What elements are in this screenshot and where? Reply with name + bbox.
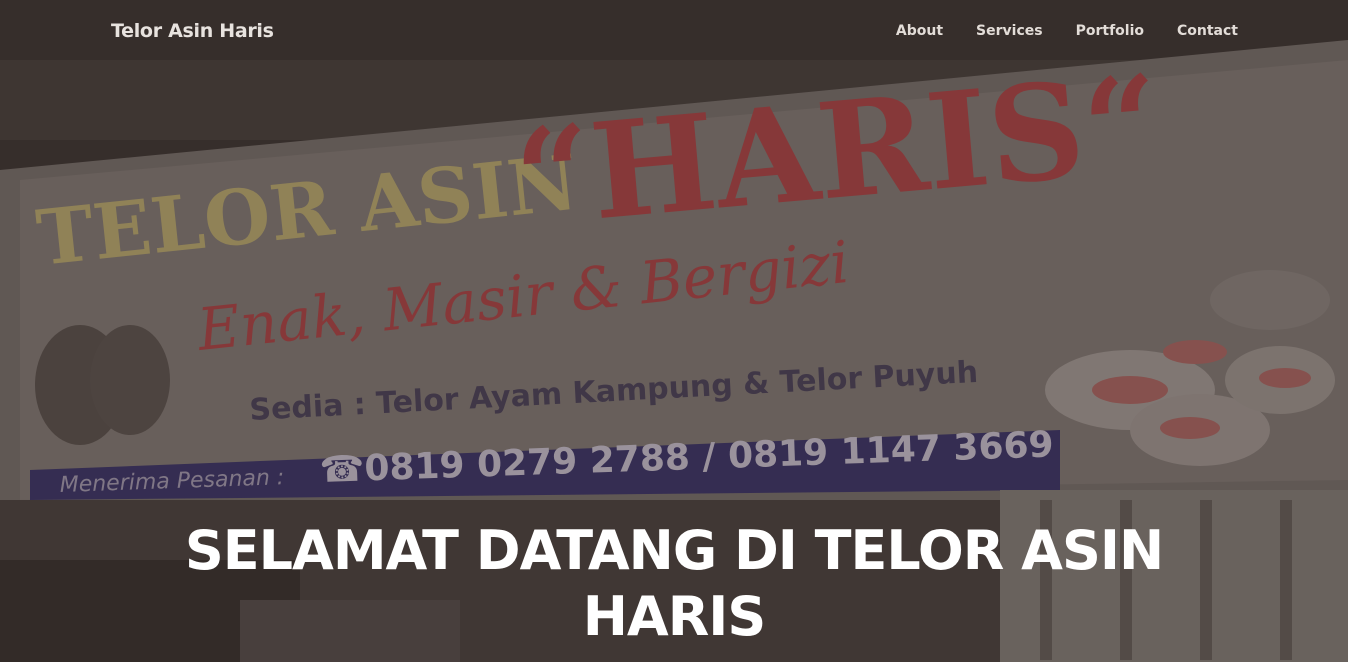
brand-link[interactable]: Telor Asin Haris: [111, 20, 274, 42]
hero-headline-line2: HARIS: [582, 585, 767, 648]
hero-headline: SELAMAT DATANG DI TELOR ASIN HARIS: [0, 518, 1348, 650]
hero-headline-line1: SELAMAT DATANG DI TELOR ASIN: [184, 519, 1164, 582]
nav-menu: About Services Portfolio Contact: [863, 22, 1238, 40]
nav-link-services[interactable]: Services: [943, 23, 1043, 39]
nav-link-about[interactable]: About: [863, 23, 943, 39]
nav-link-portfolio[interactable]: Portfolio: [1043, 23, 1144, 39]
hero-section: TELOR ASIN “HARIS“ Enak, Masir & Bergizi…: [0, 0, 1348, 662]
navbar: Telor Asin Haris About Services Portfoli…: [0, 0, 1348, 64]
nav-link-contact[interactable]: Contact: [1144, 23, 1238, 39]
